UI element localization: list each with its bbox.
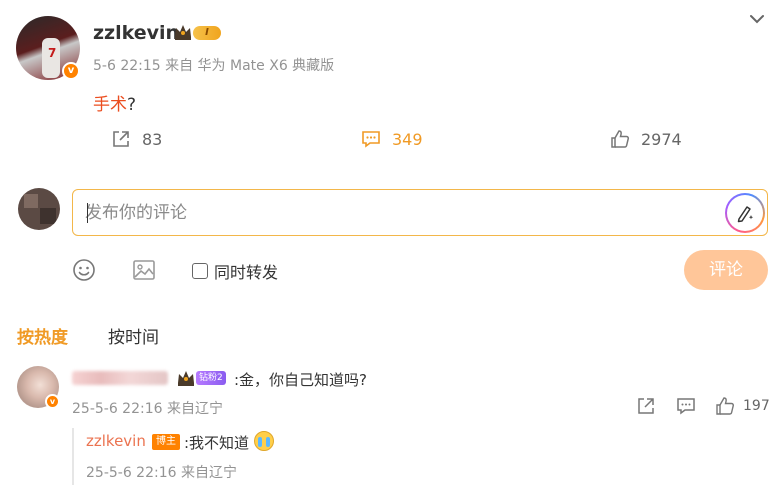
checkbox-icon[interactable] [192, 263, 208, 279]
comment-count: 349 [392, 129, 423, 149]
fan-level-badge: 钻粉2 [196, 371, 226, 385]
thumbs-up-icon [611, 130, 630, 148]
comment-like-count: 197 [743, 398, 770, 414]
reply-icon[interactable] [676, 396, 696, 416]
comment-composer[interactable] [72, 189, 768, 236]
chevron-down-icon[interactable] [748, 12, 766, 26]
share-count: 83 [142, 129, 163, 149]
post-meta: 5-6 22:15 来自 华为 Mate X6 典藏版 [93, 58, 335, 74]
comment-button[interactable]: 349 [360, 126, 423, 152]
sort-by-hot-tab[interactable]: 按热度 [17, 323, 68, 348]
level-badge: I [193, 26, 221, 40]
emoji-icon[interactable] [71, 257, 97, 283]
crying-emoji-icon [254, 431, 274, 451]
pen-sparkle-icon [737, 206, 754, 223]
text-caret [87, 203, 88, 223]
avatar-jersey-number: 7 [48, 46, 57, 60]
commenter-username-blurred[interactable] [72, 369, 172, 387]
share-button[interactable]: 83 [110, 126, 162, 152]
like-button[interactable]: 2974 [609, 126, 682, 152]
post-text-highlight[interactable]: 手术 [93, 95, 127, 115]
reply-meta: 25-5-6 22:16 来自辽宁 [86, 465, 237, 481]
share-icon [113, 131, 129, 147]
thumbs-up-icon[interactable] [715, 396, 735, 416]
reply-text: :我不知道 [184, 434, 250, 452]
share-icon[interactable] [636, 396, 656, 416]
comment-input[interactable] [85, 200, 705, 226]
submit-comment-button[interactable]: 评论 [684, 250, 768, 290]
current-user-avatar [18, 188, 60, 230]
image-icon[interactable] [131, 257, 157, 283]
comment-text: :金，你自己知道吗? [234, 371, 368, 389]
sort-by-time-tab[interactable]: 按时间 [108, 323, 159, 348]
repost-checkbox[interactable]: 同时转发 [192, 259, 278, 283]
comment-meta: 25-5-6 22:16 来自辽宁 [72, 401, 223, 417]
author-tag-badge: 博主 [152, 434, 180, 450]
author-username[interactable]: zzlkevin [93, 22, 179, 44]
reply-username[interactable]: zzlkevin [86, 432, 146, 450]
crown-icon [178, 371, 194, 386]
post-text-rest: ? [127, 95, 137, 115]
post-text: 手术? [93, 90, 136, 115]
like-count: 2974 [641, 129, 682, 149]
ai-assist-button[interactable] [725, 193, 765, 233]
blurred-name [72, 371, 168, 385]
reply-thread-line [72, 428, 74, 485]
repost-label: 同时转发 [214, 263, 279, 282]
comment-icon [362, 131, 380, 148]
crown-icon [175, 25, 191, 40]
verified-badge-icon: v [62, 62, 80, 80]
verified-badge-icon: v [45, 394, 60, 409]
